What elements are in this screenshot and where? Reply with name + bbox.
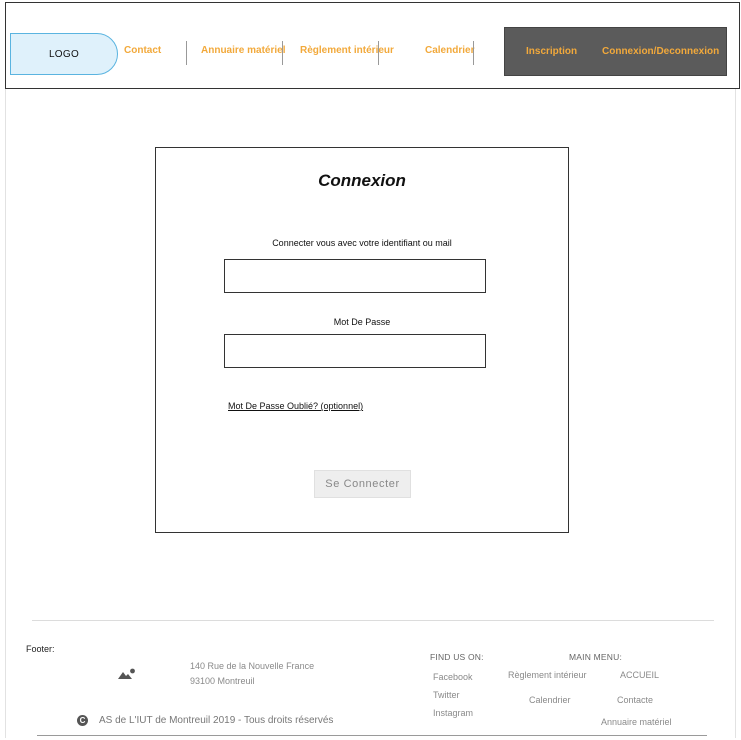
nav-calendrier[interactable]: Calendrier — [425, 45, 474, 56]
password-input[interactable] — [224, 334, 486, 368]
social-facebook-link[interactable]: Facebook — [433, 672, 473, 682]
copyright-text: AS de L'IUT de Montreuil 2019 - Tous dro… — [99, 715, 334, 726]
login-form: Connexion Connecter vous avec votre iden… — [155, 147, 569, 533]
nav-separator — [282, 41, 283, 65]
footer-menu-calendrier[interactable]: Calendrier — [529, 695, 571, 705]
footer-menu-annuaire[interactable]: Annuaire matériel — [601, 717, 672, 727]
image-icon — [118, 668, 135, 679]
footer-address-line1: 140 Rue de la Nouvelle France — [190, 661, 315, 671]
social-instagram-link[interactable]: Instagram — [433, 708, 473, 718]
footer-menu-reglement[interactable]: Règlement intérieur — [508, 670, 587, 680]
password-label: Mot De Passe — [333, 317, 391, 327]
nav-annuaire[interactable]: Annuaire matériel — [201, 45, 285, 56]
forgot-password-link[interactable]: Mot De Passe Oublié? (optionnel) — [228, 401, 363, 411]
identifier-label: Connecter vous avec votre identifiant ou… — [272, 238, 452, 248]
connect-button[interactable]: Se Connecter — [314, 470, 411, 498]
nav-inscription[interactable]: Inscription — [526, 46, 577, 57]
nav-reglement[interactable]: Règlement intérieur — [300, 45, 394, 56]
identifier-input[interactable] — [224, 259, 486, 293]
footer-menu-contacte[interactable]: Contacte — [617, 695, 653, 705]
nav-separator — [378, 41, 379, 65]
nav-account-group: Inscription Connexion/Deconnexion — [504, 27, 727, 76]
footer-menu-accueil[interactable]: ACCUEIL — [620, 670, 659, 680]
login-title: Connexion — [318, 171, 406, 190]
nav-separator — [473, 41, 474, 65]
footer-address-line2: 93100 Montreuil — [190, 676, 255, 686]
footer-label: Footer: — [26, 644, 55, 654]
nav-separator — [186, 41, 187, 65]
footer-divider — [32, 620, 714, 621]
navbar: LOGO Contact Annuaire matériel Règlement… — [5, 2, 740, 89]
copyright-row: C AS de L'IUT de Montreuil 2019 - Tous d… — [77, 715, 333, 726]
find-us-heading: FIND US ON: — [430, 652, 484, 662]
nav-contact[interactable]: Contact — [124, 45, 161, 56]
main-menu-heading: MAIN MENU: — [569, 652, 622, 662]
copyright-icon: C — [77, 715, 88, 726]
logo[interactable]: LOGO — [10, 33, 118, 75]
nav-connexion[interactable]: Connexion/Deconnexion — [602, 46, 719, 57]
social-twitter-link[interactable]: Twitter — [433, 690, 460, 700]
footer-bottom-divider — [37, 735, 707, 736]
